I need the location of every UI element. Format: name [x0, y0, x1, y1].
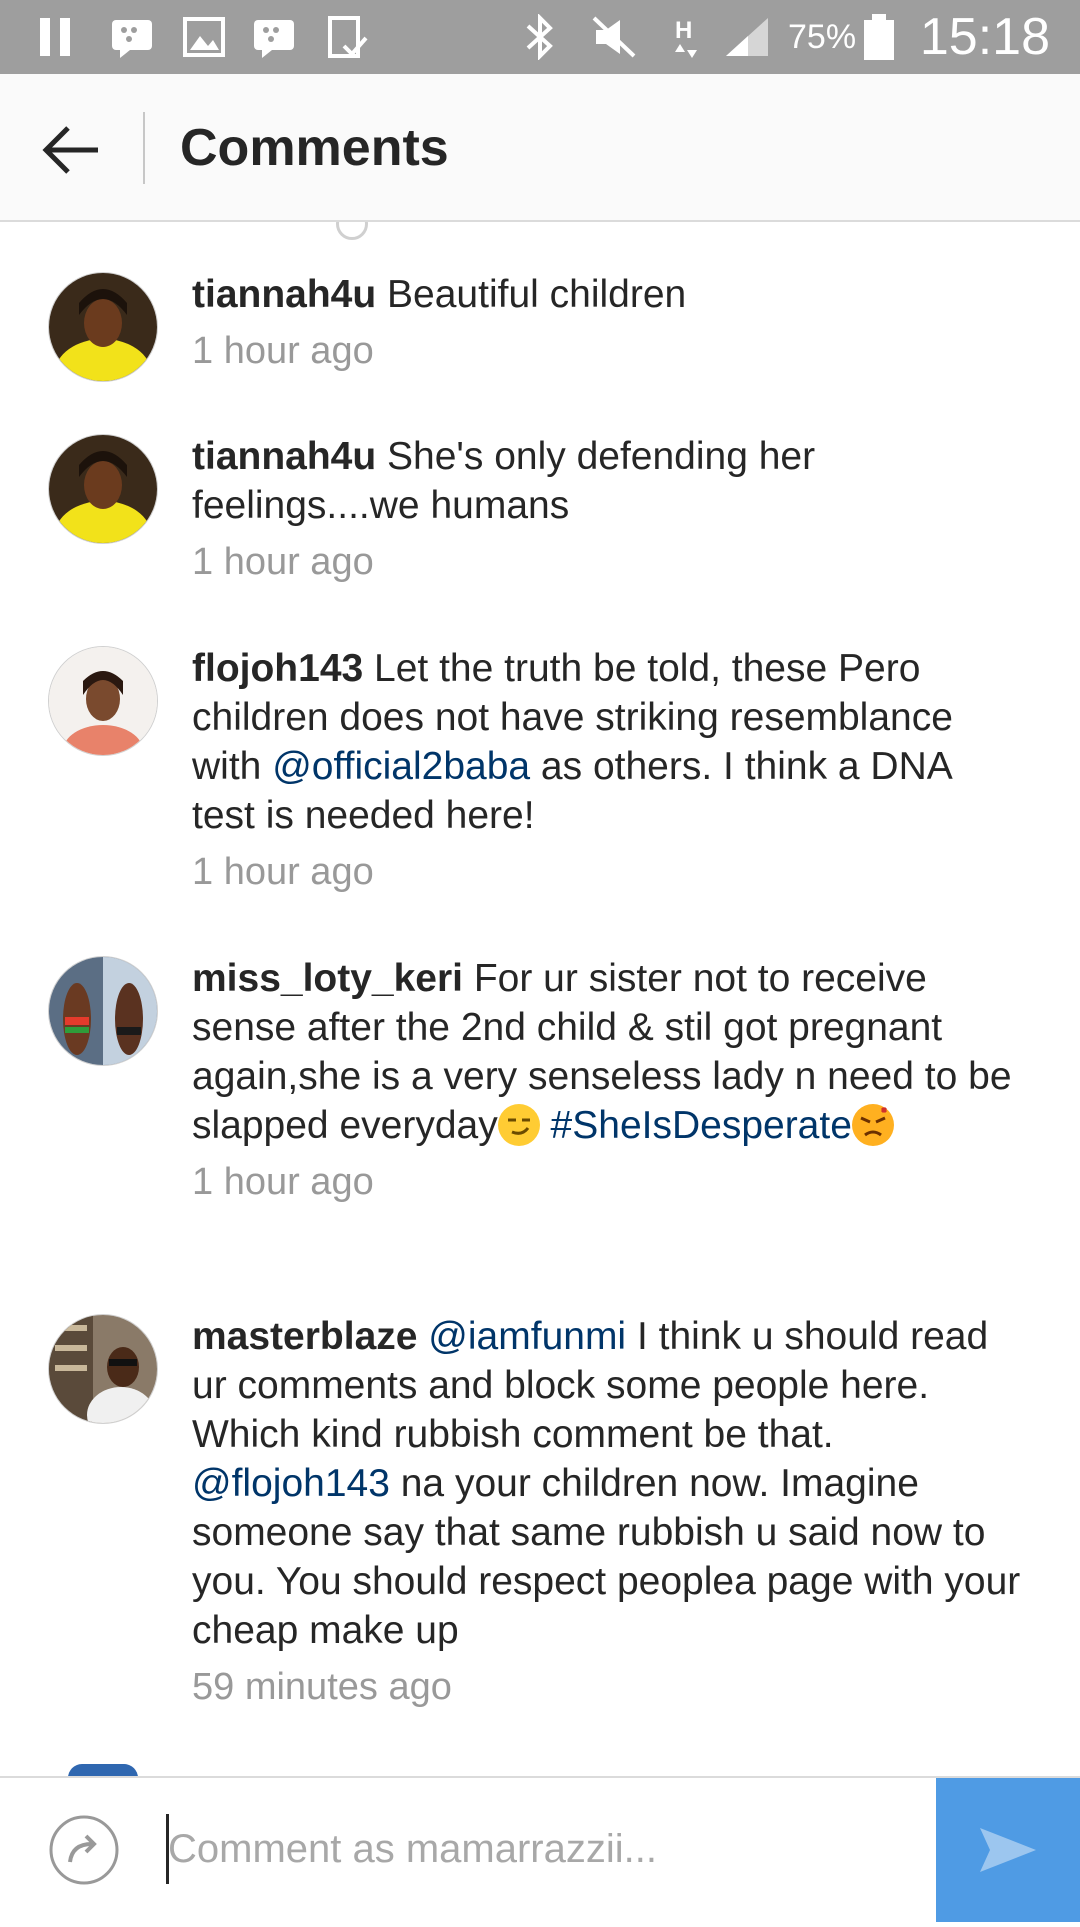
comment-text: Beautiful children	[376, 273, 687, 316]
h-data-icon: H	[675, 17, 697, 58]
comment-body: tiannah4u She's only defending her feeli…	[192, 432, 1022, 586]
gallery-icon	[183, 17, 225, 57]
header-bar: Comments	[0, 74, 1080, 222]
mention-link[interactable]: @official2baba	[272, 745, 530, 788]
bbm-icon	[254, 20, 294, 58]
comment-username[interactable]: tiannah4u	[192, 273, 376, 316]
comment-list[interactable]: tiannah4u Beautiful children 1 hour ago …	[0, 222, 1080, 1776]
avatar[interactable]	[48, 956, 158, 1066]
comment-username[interactable]: tiannah4u	[192, 435, 376, 478]
status-time: 15:18	[919, 8, 1050, 66]
status-bar: H 75% 15:18	[0, 0, 1080, 74]
pause-icon	[40, 18, 70, 56]
svg-text:H: H	[675, 17, 692, 44]
comment-username[interactable]: flojoh143	[192, 647, 363, 690]
angry-emoji-icon	[851, 1104, 894, 1146]
back-arrow-icon[interactable]	[36, 114, 108, 186]
send-icon	[980, 1828, 1036, 1872]
bbm-icon	[112, 20, 152, 58]
battery-percent: 75%	[788, 18, 857, 56]
comment-body: miss_loty_keri For ur sister not to rece…	[192, 954, 1022, 1206]
page-title: Comments	[180, 119, 449, 177]
avatar[interactable]	[48, 434, 158, 544]
avatar[interactable]	[48, 646, 158, 756]
avatar[interactable]	[48, 272, 158, 382]
mention-link[interactable]: @iamfunmi	[428, 1315, 626, 1358]
mention-link[interactable]: @flojoh143	[192, 1462, 390, 1505]
comment-timestamp: 1 hour ago	[192, 541, 374, 583]
signal-icon	[726, 18, 768, 56]
comment-timestamp: 1 hour ago	[192, 1161, 374, 1203]
comment-username[interactable]: miss_loty_keri	[192, 957, 463, 1000]
hashtag-link[interactable]: #SheIsDesperate	[551, 1104, 852, 1147]
comment-timestamp: 59 minutes ago	[192, 1666, 452, 1708]
comment-input[interactable]	[168, 1806, 908, 1892]
battery-icon	[864, 14, 894, 60]
header-divider	[143, 112, 145, 184]
smirk-emoji-icon	[497, 1104, 540, 1146]
mute-icon	[592, 16, 636, 58]
comment-timestamp: 1 hour ago	[192, 330, 374, 372]
bluetooth-icon	[526, 14, 553, 60]
comment-input-bar	[0, 1776, 1080, 1922]
comment-timestamp: 1 hour ago	[192, 851, 374, 893]
share-icon[interactable]	[48, 1814, 120, 1886]
partial-comment-peek	[336, 222, 368, 240]
comment-body: tiannah4u Beautiful children 1 hour ago	[192, 270, 1022, 375]
avatar[interactable]	[48, 1314, 158, 1424]
device-icon	[328, 16, 368, 58]
send-button[interactable]	[936, 1778, 1080, 1922]
comment-body: masterblaze @iamfunmi I think u should r…	[192, 1312, 1022, 1711]
comment-username[interactable]: masterblaze	[192, 1315, 417, 1358]
comment-body: flojoh143 Let the truth be told, these P…	[192, 644, 1022, 896]
